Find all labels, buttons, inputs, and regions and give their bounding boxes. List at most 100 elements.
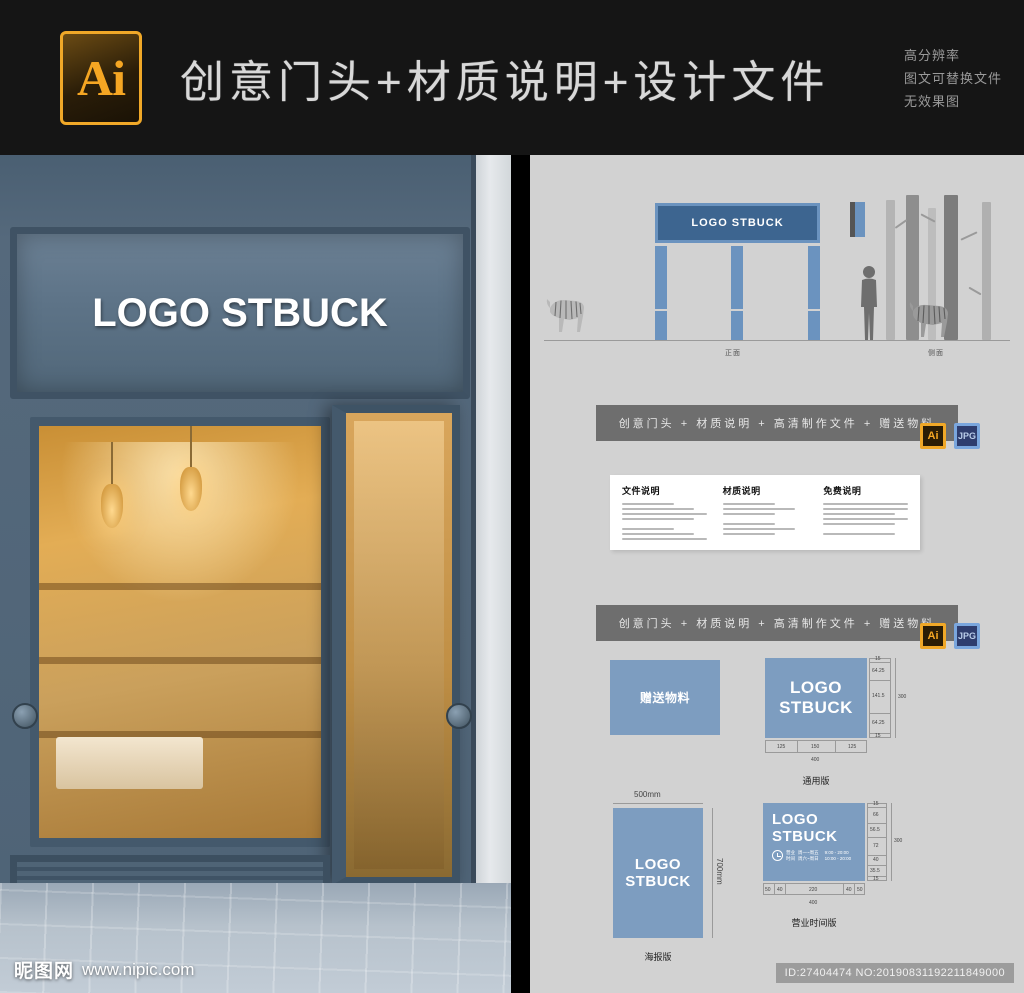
hours-dim-v4: 40: [873, 857, 879, 863]
hours-dim-v1: 66: [873, 812, 879, 818]
poster-version-item: 500mm LOGO STBUCK 700mm 海报版: [608, 790, 738, 980]
gate-leg: [808, 246, 820, 340]
gift-material-item: 赠送物料: [610, 660, 720, 735]
gift-material-label: 赠送物料: [639, 691, 690, 705]
panel-divider: [511, 155, 530, 993]
feature-banner-1-text: 创意门头 + 材质说明 + 高清制作文件 + 赠送物料: [618, 418, 936, 430]
format-badges-1: Ai JPG: [920, 423, 980, 449]
pendant-lamp: [101, 441, 124, 528]
header-meta-item-1: 图文可替换文件: [903, 71, 1002, 86]
ai-format-badge[interactable]: Ai: [920, 623, 946, 649]
general-dim-h2: 125: [848, 744, 857, 750]
ground-line: [544, 340, 1010, 341]
person-silhouette-icon: [861, 266, 877, 340]
material-description-title: 材质说明: [722, 486, 761, 496]
shop-counter: [55, 736, 203, 789]
window-shelf: [39, 656, 321, 664]
hours-dim-h0: 50: [765, 887, 771, 893]
hours-dim-total-v: 300: [894, 838, 903, 844]
hours-dim-total-h: 400: [809, 900, 818, 906]
general-dim-v2: 141.5: [872, 693, 885, 699]
door-glass: [354, 421, 444, 869]
gift-material-box: 赠送物料: [610, 660, 720, 735]
gate-front-elevation: LOGO STBUCK: [655, 203, 820, 340]
hours-dim-v6: 15: [873, 876, 879, 882]
general-dim-v1: 64.25: [872, 668, 885, 674]
poster-version-box: LOGO STBUCK: [613, 808, 703, 938]
hours-dim-v0: 15: [873, 801, 879, 807]
site-watermark: 昵图网 www.nipic.com: [14, 956, 194, 983]
feature-banner-2: 创意门头 + 材质说明 + 高清制作文件 + 赠送物料: [596, 605, 958, 641]
illustrator-logo: Ai: [60, 30, 142, 125]
hours-logo-line1: LOGO: [772, 811, 819, 828]
format-badges-2: Ai JPG: [920, 623, 980, 649]
general-dim-v0: 15: [875, 656, 881, 662]
jpg-format-badge[interactable]: JPG: [954, 423, 980, 449]
hours-version-box: LOGO STBUCK 营业 时间 周一~周五 9:00 - 20:00 周六~…: [763, 803, 865, 881]
facade-knob: [12, 703, 38, 729]
hours-dim-v2: 56.5: [870, 827, 880, 833]
tree-branch: [960, 231, 978, 241]
gate-leg: [731, 246, 743, 340]
pendant-lamp: [180, 426, 202, 512]
tree-trunk: [886, 200, 895, 340]
content-area: LOGO STBUCK 昵图网 www.nipic.com LOGO STBUC…: [0, 155, 1024, 993]
hours-rows: 周一~周五 9:00 - 20:00 周六~周日 10:00 - 20:00: [798, 850, 851, 861]
storefront-signboard: LOGO STBUCK: [10, 227, 470, 399]
gate-sign-text: LOGO STBUCK: [691, 217, 784, 229]
storefront-door: [332, 405, 460, 885]
facade-knob: [446, 703, 472, 729]
hours-logo-line2: STBUCK: [772, 828, 838, 845]
hours-dim-h4: 50: [857, 887, 863, 893]
hours-version-caption: 营业时间版: [791, 918, 837, 928]
zebra-right-icon: [909, 302, 948, 337]
window-shelf: [39, 582, 321, 590]
clock-icon: [772, 850, 783, 861]
general-logo-line2: STBUCK: [779, 698, 853, 717]
general-dim-h0: 125: [777, 744, 786, 750]
poster-version-caption: 海报版: [644, 952, 672, 962]
general-dim-total-h: 400: [811, 757, 820, 763]
hours-dim-v5: 35.5: [870, 868, 880, 874]
watermark-cn-text: 昵图网: [14, 961, 75, 982]
storefront-photo: LOGO STBUCK 昵图网 www.nipic.com: [0, 155, 511, 993]
general-logo-line1: LOGO: [789, 678, 843, 697]
hours-row2-days: 周六~周日: [798, 855, 819, 861]
material-description-column: 材质说明: [722, 484, 808, 541]
ai-format-badge[interactable]: Ai: [920, 423, 946, 449]
elevation-views: LOGO STBUCK 正面 侧面: [530, 185, 1024, 375]
adjacent-wall: [476, 155, 511, 993]
file-description-column: 文件说明: [622, 484, 707, 541]
general-dim-v4: 15: [875, 733, 881, 739]
free-notice-column: 免费说明: [823, 484, 909, 541]
gate-sign-panel: LOGO STBUCK: [655, 203, 820, 243]
general-version-caption: 通用版: [802, 776, 830, 786]
watermark-url-text: www.nipic.com: [82, 959, 195, 979]
general-version-box: LOGO STBUCK: [765, 658, 867, 738]
poster-height-dim: 700mm: [715, 858, 724, 885]
page-header: Ai 创意门头+材质说明+设计文件 高分辨率 图文可替换文件 无效果图: [0, 0, 1024, 155]
general-dim-h1: 150: [811, 744, 820, 750]
hours-label-line1: 营业: [786, 850, 795, 855]
hours-label-line2: 时间: [786, 855, 795, 861]
header-meta-item-0: 高分辨率: [903, 48, 960, 63]
storefront-window: [30, 417, 330, 847]
header-meta-item-2: 无效果图: [903, 94, 960, 109]
business-hours-block: 营业 时间 周一~周五 9:00 - 20:00 周六~周日 10:00 - 2…: [772, 850, 851, 861]
tree-branch: [968, 286, 982, 296]
hours-dim-v3: 72: [873, 843, 879, 849]
spec-panel: LOGO STBUCK 正面 侧面 创意门头 + 材质说明 + 高清制作文件 +…: [530, 155, 1024, 993]
front-view-label: 正面: [725, 350, 741, 357]
page-title: 创意门头+材质说明+设计文件: [180, 57, 830, 107]
storefront-sign-text: LOGO STBUCK: [92, 290, 388, 335]
image-id-bar: ID:27404474 NO:20190831192211849000: [775, 963, 1014, 983]
poster-width-dim: 500mm: [634, 790, 661, 799]
hours-label: 营业 时间: [786, 850, 795, 861]
gate-leg: [655, 246, 667, 340]
jpg-format-badge[interactable]: JPG: [954, 623, 980, 649]
poster-logo-line1: LOGO: [634, 856, 682, 873]
general-dim-v3: 64.25: [872, 720, 885, 726]
hours-dim-h1: 40: [777, 887, 783, 893]
general-version-item: LOGO STBUCK 15 64.25 141.5 64.25 15 300 …: [765, 656, 925, 788]
hours-dim-h2: 220: [809, 887, 818, 893]
